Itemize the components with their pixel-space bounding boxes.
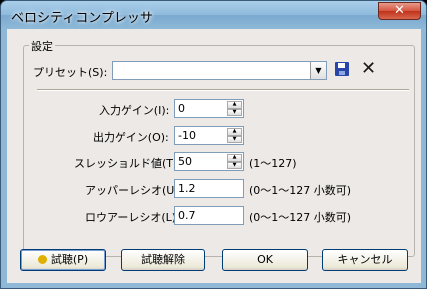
output-gain-spin[interactable]: -10 ▲ ▼ [174,126,244,145]
lower-ratio-hint: (0～1～127 小数可) [249,211,352,224]
title-bar[interactable]: ベロシティコンプレッサ ✕ [1,1,426,29]
ok-button[interactable]: OK [222,249,308,271]
input-gain-spin-buttons[interactable]: ▲ ▼ [227,101,242,116]
lower-ratio-label: ロウアーレシオ(L): [85,211,180,224]
upper-ratio-value: 1.2 [178,182,196,195]
upper-ratio-label: アッパーレシオ(U): [85,184,183,197]
preset-label: プリセット(S): [33,66,108,79]
lower-ratio-input[interactable]: 0.7 [174,206,244,225]
unaudition-button[interactable]: 試聴解除 [121,249,205,271]
threshold-spin[interactable]: 50 ▲ ▼ [174,152,244,171]
chevron-down-icon[interactable]: ▼ [310,62,326,79]
threshold-hint: (1～127) [249,157,297,170]
audition-icon [37,255,47,264]
window-title: ベロシティコンプレッサ [11,11,153,26]
dialog-client-area: 設定 プリセット(S): ▼ ✕ 入力ゲイン(I): 0 ▲ ▼ 出力ゲイン(O)… [7,29,421,283]
threshold-spin-buttons[interactable]: ▲ ▼ [227,154,242,169]
dialog-window: ベロシティコンプレッサ ✕ 設定 プリセット(S): ▼ ✕ 入力ゲイン(I):… [0,0,427,289]
settings-group-label: 設定 [29,38,55,54]
upper-ratio-input[interactable]: 1.2 [174,179,244,198]
audition-button-label: 試聴(P) [50,253,89,266]
preset-combobox[interactable]: ▼ [112,61,327,80]
delete-preset-icon[interactable]: ✕ [361,58,376,79]
threshold-value: 50 [178,155,192,168]
output-gain-value: -10 [178,129,196,142]
audition-button[interactable]: 試聴(P) [20,249,106,271]
cancel-button[interactable]: キャンセル [322,249,408,271]
input-gain-spin[interactable]: 0 ▲ ▼ [174,99,244,118]
save-preset-icon[interactable] [335,62,349,76]
threshold-label: スレッショルド値(T): [74,157,182,170]
divider [37,89,409,91]
input-gain-label: 入力ゲイン(I): [99,104,170,117]
upper-ratio-hint: (0～1～127 小数可) [249,184,352,197]
output-gain-spin-buttons[interactable]: ▲ ▼ [227,128,242,143]
close-button[interactable]: ✕ [378,2,421,20]
input-gain-value: 0 [178,102,185,115]
lower-ratio-value: 0.7 [178,209,196,222]
output-gain-label: 出力ゲイン(O): [93,131,169,144]
